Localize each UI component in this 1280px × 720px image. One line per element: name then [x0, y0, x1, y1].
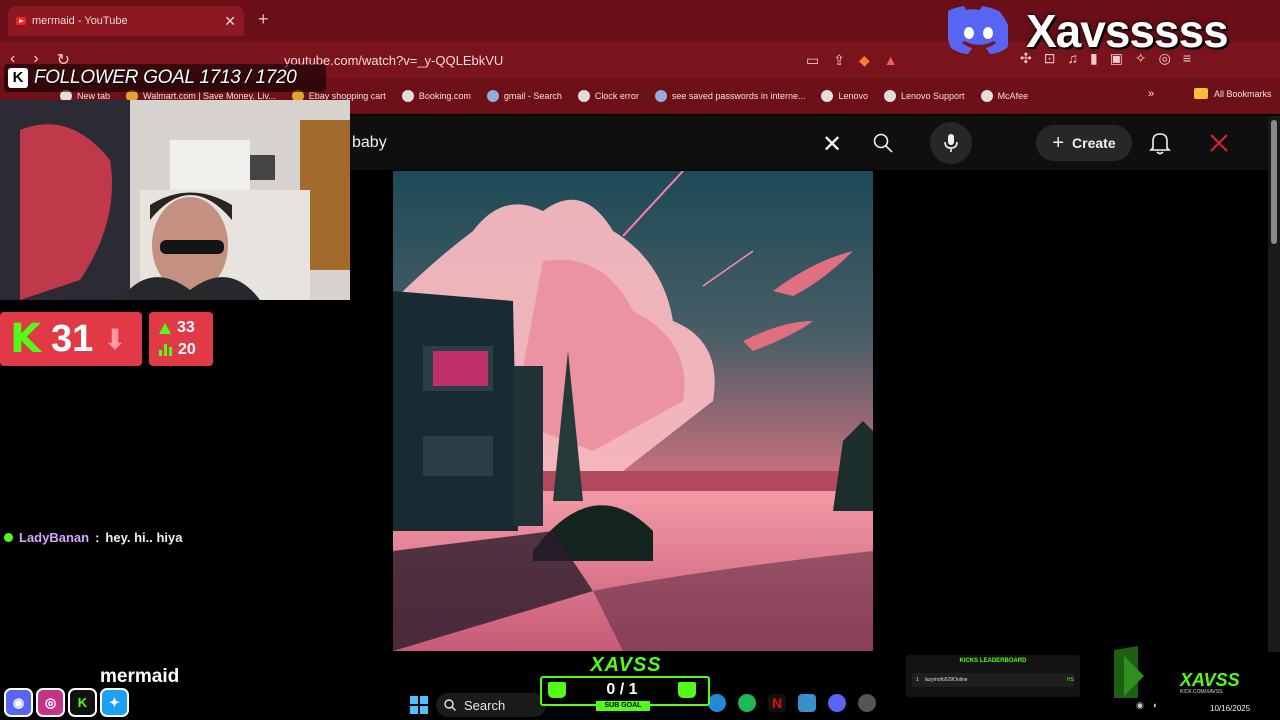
leaderboard-badge: HS [1067, 677, 1074, 683]
leaderboard-title: KICKS LEADERBOARD [959, 658, 1027, 664]
create-button[interactable]: + Create [1036, 125, 1132, 161]
sub-goal-brand: XAVSS [590, 654, 662, 676]
webcam-feed [0, 100, 350, 300]
sub-goal-count: 0 / 1 [606, 681, 638, 698]
account-avatar-icon[interactable] [1208, 130, 1230, 156]
sub-goal-label: SUB GOAL [596, 701, 650, 711]
notifications-bell-icon[interactable] [1148, 130, 1172, 156]
netflix-icon[interactable]: N [768, 694, 786, 712]
kick-icon: K [68, 688, 97, 717]
xavss-url: KICK.COM/XAVSS [1180, 689, 1223, 695]
follower-goal-banner: K FOLLOWER GOAL 1713 / 1720 [4, 64, 326, 92]
scrollbar-thumb[interactable] [1271, 120, 1277, 244]
now-playing-title: mermaid [100, 666, 180, 687]
viewer-count: 31 [51, 317, 94, 360]
kicks-leaderboard: KICKS LEADERBOARD 1 lazymofo529Online HS [906, 655, 1080, 697]
new-tab-button[interactable]: + [258, 9, 269, 30]
bookmark-favicon-icon [486, 90, 499, 102]
page-scrollbar[interactable] [1268, 116, 1280, 652]
bookmark-item[interactable]: McAfee [980, 90, 1028, 102]
bookmark-item[interactable]: Lenovo Support [884, 90, 965, 102]
edge-icon[interactable] [708, 694, 726, 712]
trophy-right-icon [678, 682, 696, 698]
leaderboard-row: 1 lazymofo529Online HS [912, 673, 1074, 687]
search-icon [444, 699, 456, 711]
share-icon[interactable]: ⇪ [833, 52, 845, 69]
leaderboard-user: lazymofo529Online [924, 677, 968, 683]
bookmark-item[interactable]: see saved passwords in interne... [654, 90, 805, 102]
system-tray: ◉ ◖ [1136, 700, 1157, 711]
search-button[interactable] [858, 122, 908, 164]
all-bookmarks-button[interactable]: All Bookmarks [1194, 88, 1272, 99]
social-icons: ◉ ◎ K ✦ [4, 688, 129, 717]
chat-separator: : [95, 530, 100, 545]
microphone-icon [944, 134, 958, 152]
youtube-favicon-icon [16, 17, 26, 25]
stat-average: 20 [159, 340, 213, 360]
xavss-logo-text: XAVSS [1180, 670, 1240, 690]
video-thumbnail[interactable] [393, 171, 873, 651]
plus-icon: + [1052, 131, 1065, 154]
brave-rewards-icon[interactable]: ▲ [884, 52, 898, 69]
kick-viewer-count: K 31 ⬇ [0, 312, 142, 366]
tab-youtube[interactable]: mermaid - YouTube ✕ [8, 6, 244, 36]
kick-logo-icon: K [8, 68, 28, 88]
taskbar-search[interactable]: Search [436, 693, 546, 717]
bookmark-item[interactable]: Booking.com [401, 90, 471, 102]
trophy-left-icon [548, 682, 566, 698]
stream-stats: 33 20 [149, 312, 213, 366]
bookmark-favicon-icon [884, 90, 896, 102]
chat-text: hey. hi.. hiya [105, 530, 183, 545]
bookmark-item[interactable]: Lenovo [821, 90, 868, 102]
kick-k-icon: K [10, 316, 41, 362]
follower-goal-text: FOLLOWER GOAL 1713 / 1720 [34, 67, 297, 88]
voice-search-button[interactable] [930, 122, 972, 164]
bar-chart-icon [159, 344, 172, 356]
bookmark-favicon-icon [577, 90, 590, 102]
chat-message: LadyBanan : hey. hi.. hiya [4, 530, 182, 545]
chat-badge-icon [4, 533, 13, 542]
search-icon [873, 133, 893, 153]
twitter-icon: ✦ [100, 688, 129, 717]
stat-peak: 33 [159, 318, 213, 338]
down-arrow-icon: ⬇ [103, 323, 127, 355]
bookmark-favicon-icon [980, 90, 993, 102]
leaderboard-rank: 1 [916, 677, 919, 683]
tab-close-icon[interactable]: ✕ [224, 13, 236, 30]
address-actions: ▭ ⇪ ◆ ▲ [806, 52, 898, 69]
bookmarks-overflow-button[interactable]: » [1148, 88, 1154, 100]
clear-search-icon[interactable]: ✕ [822, 130, 842, 159]
screen: { "browser": { "tab_title": "mermaid - Y… [0, 0, 1280, 720]
bookmark-favicon-icon [654, 90, 667, 102]
windows-start-icon[interactable] [410, 696, 428, 714]
chat-username: LadyBanan [19, 530, 90, 545]
discord-icon: ◉ [4, 688, 33, 717]
bookmark-favicon-icon [401, 90, 414, 102]
file-explorer-icon[interactable] [798, 694, 816, 712]
taskbar-date[interactable]: 10/16/2025 [1210, 704, 1250, 713]
bookmark-item[interactable]: gmail - Search [486, 90, 562, 102]
bookmark-favicon-icon [821, 90, 834, 102]
folder-icon [1194, 88, 1208, 99]
network-icon[interactable]: ◉ [1136, 700, 1144, 711]
brave-shield-icon[interactable]: ◆ [859, 52, 870, 69]
volume-icon[interactable]: ◖ [1152, 700, 1157, 711]
tab-title: mermaid - YouTube [32, 15, 128, 27]
youtube-search-input[interactable]: baby [352, 134, 387, 152]
up-triangle-icon [159, 322, 171, 334]
cast-icon[interactable]: ▭ [806, 52, 819, 69]
discord-app-icon[interactable] [828, 694, 846, 712]
discord-logo-icon [948, 6, 1008, 54]
instagram-icon: ◎ [36, 688, 65, 717]
spotify-icon[interactable] [738, 694, 756, 712]
bookmark-item[interactable]: Clock error [577, 90, 639, 102]
settings-icon[interactable] [858, 694, 876, 712]
discord-username: Xavsssss [1026, 5, 1229, 57]
